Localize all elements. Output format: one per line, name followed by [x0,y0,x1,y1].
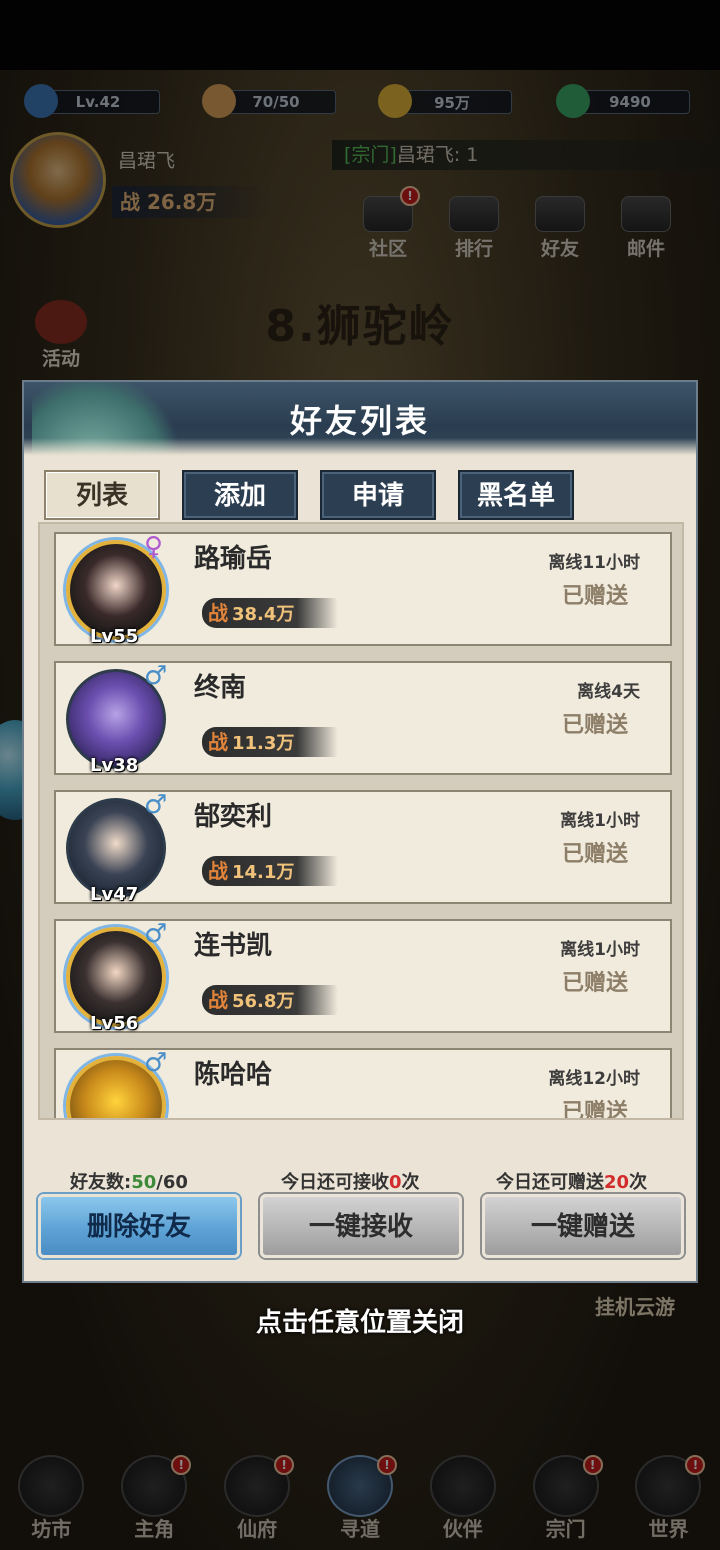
friend-name: 终南 [194,673,247,703]
friend-row[interactable]: ♀ Lv55 路瑜岳 战 38.4万 离线11小时 已赠送 [54,532,672,647]
gift-status: 已赠送 [561,583,628,609]
receive-all-button[interactable]: 一键接收 [260,1194,462,1258]
female-icon: ♀ [144,532,164,562]
offline-time: 离线4天 [577,682,640,702]
friend-power: 战 38.4万 [202,598,338,628]
offline-time: 离线12小时 [548,1069,640,1089]
gift-all-button[interactable]: 一键赠送 [482,1194,684,1258]
friend-max-value: /60 [156,1172,188,1193]
power-prefix: 战 [208,859,228,883]
friend-row[interactable]: ♂ Lv38 终南 战 11.3万 离线4天 已赠送 [54,661,672,776]
tab-requests[interactable]: 申请 [320,470,436,520]
friend-name: 连书凯 [194,931,273,961]
gift-status: 已赠送 [561,841,628,867]
delete-friend-button[interactable]: 删除好友 [38,1194,240,1258]
gift-prefix: 今日还可赠送 [496,1172,604,1193]
daily-counters: 好友数:50/60 今日还可接收0次 今日还可赠送20次 [38,1168,684,1194]
power-value: 11.3万 [232,733,295,754]
gift-status: 已赠送 [561,1099,628,1120]
friend-count-value: 50 [131,1172,157,1193]
modal-title: 好友列表 [289,402,430,440]
friend-power: 战 11.3万 [202,727,338,757]
friend-level: Lv56 [90,1013,139,1034]
power-prefix: 战 [208,988,228,1012]
male-icon: ♂ [144,790,168,820]
friend-list[interactable]: ♀ Lv55 路瑜岳 战 38.4万 离线11小时 已赠送 ♂ Lv38 终南 战… [38,522,684,1120]
gift-status: 已赠送 [561,712,628,738]
friend-name: 郜奕利 [194,802,273,832]
gift-count-value: 20 [604,1172,630,1193]
gift-status: 已赠送 [561,970,628,996]
receive-prefix: 今日还可接收 [281,1172,389,1193]
offline-time: 离线1小时 [560,811,640,831]
friend-count-label: 好友数: [70,1172,132,1193]
friend-level: Lv38 [90,755,139,776]
receive-remaining: 今日还可接收0次 [281,1168,420,1194]
offline-time: 离线11小时 [548,553,640,573]
power-value: 38.4万 [232,604,295,625]
offline-time: 离线1小时 [560,940,640,960]
power-prefix: 战 [208,730,228,754]
friends-modal: 好友列表 列表 添加 申请 黑名单 ♀ Lv55 路瑜岳 战 38.4万 离线11… [22,380,698,1283]
tab-blacklist[interactable]: 黑名单 [458,470,574,520]
friend-row[interactable]: ♂ Lv56 连书凯 战 56.8万 离线1小时 已赠送 [54,919,672,1034]
friend-count: 好友数:50/60 [70,1168,188,1194]
power-value: 56.8万 [232,991,295,1012]
power-value: 14.1万 [232,862,295,883]
friend-row[interactable]: ♂ 陈哈哈 离线12小时 已赠送 [54,1048,672,1120]
friend-name: 路瑜岳 [194,544,273,574]
friend-level: Lv47 [90,884,139,905]
friend-name: 陈哈哈 [194,1060,273,1090]
friend-power: 战 14.1万 [202,856,338,886]
tab-add[interactable]: 添加 [182,470,298,520]
friend-power: 战 56.8万 [202,985,338,1015]
gift-suffix: 次 [629,1172,648,1193]
receive-suffix: 次 [401,1172,420,1193]
male-icon: ♂ [144,919,168,949]
friend-row[interactable]: ♂ Lv47 郜奕利 战 14.1万 离线1小时 已赠送 [54,790,672,905]
male-icon: ♂ [144,1048,168,1078]
friend-level: Lv55 [90,626,139,647]
gift-remaining: 今日还可赠送20次 [496,1168,647,1194]
receive-count-value: 0 [389,1172,402,1193]
tab-list[interactable]: 列表 [44,470,160,520]
close-hint[interactable]: 点击任意位置关闭 [0,1302,720,1339]
power-prefix: 战 [208,601,228,625]
tab-bar: 列表 添加 申请 黑名单 [44,470,574,520]
male-icon: ♂ [144,661,168,691]
modal-header: 好友列表 [24,382,696,456]
